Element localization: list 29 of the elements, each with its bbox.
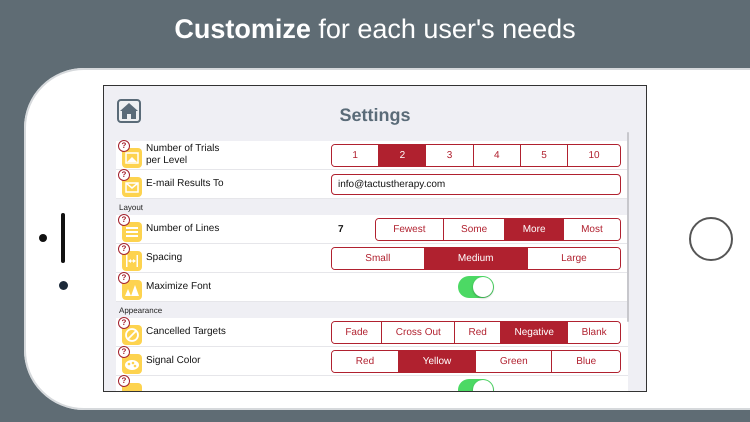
headline: Customize for each user's needs (173, 13, 577, 46)
segment-option[interactable]: More (504, 218, 563, 240)
help-badge[interactable]: ? (118, 243, 130, 255)
segment-option[interactable]: Blue (551, 350, 620, 372)
help-badge[interactable]: ? (118, 317, 130, 329)
help-badge[interactable]: ? (118, 375, 130, 387)
setting-label: Spacing (146, 252, 182, 264)
help-badge[interactable]: ? (118, 214, 130, 226)
screen-title: Settings (339, 105, 410, 126)
setting-label: Signal Color (146, 355, 200, 367)
setting-value: 7 (337, 224, 345, 234)
segment-option[interactable]: 10 (567, 144, 620, 166)
setting-label: Number of Lines (146, 223, 220, 235)
segment-option[interactable]: Most (562, 218, 620, 240)
segment-option[interactable]: Negative (500, 322, 568, 342)
email-field[interactable]: info@tactustherapy.com (331, 174, 621, 194)
setting-label: E-mail Results To (146, 178, 224, 190)
segment-option[interactable]: 2 (378, 144, 426, 166)
segment-option[interactable]: Large (526, 248, 620, 268)
help-badge[interactable]: ? (118, 169, 130, 181)
setting-label: Number of Trials per Level (146, 143, 220, 167)
setting-label: Maximize Font (146, 281, 212, 293)
help-badge[interactable]: ? (118, 140, 130, 152)
segment-option[interactable]: Medium (424, 248, 527, 268)
setting-label: Cancelled Targets (146, 326, 226, 338)
segment-option[interactable]: Yellow (398, 350, 476, 372)
help-badge[interactable]: ? (118, 272, 130, 284)
help-badge[interactable]: ? (118, 346, 130, 358)
segment-option[interactable]: Blank (567, 322, 620, 342)
